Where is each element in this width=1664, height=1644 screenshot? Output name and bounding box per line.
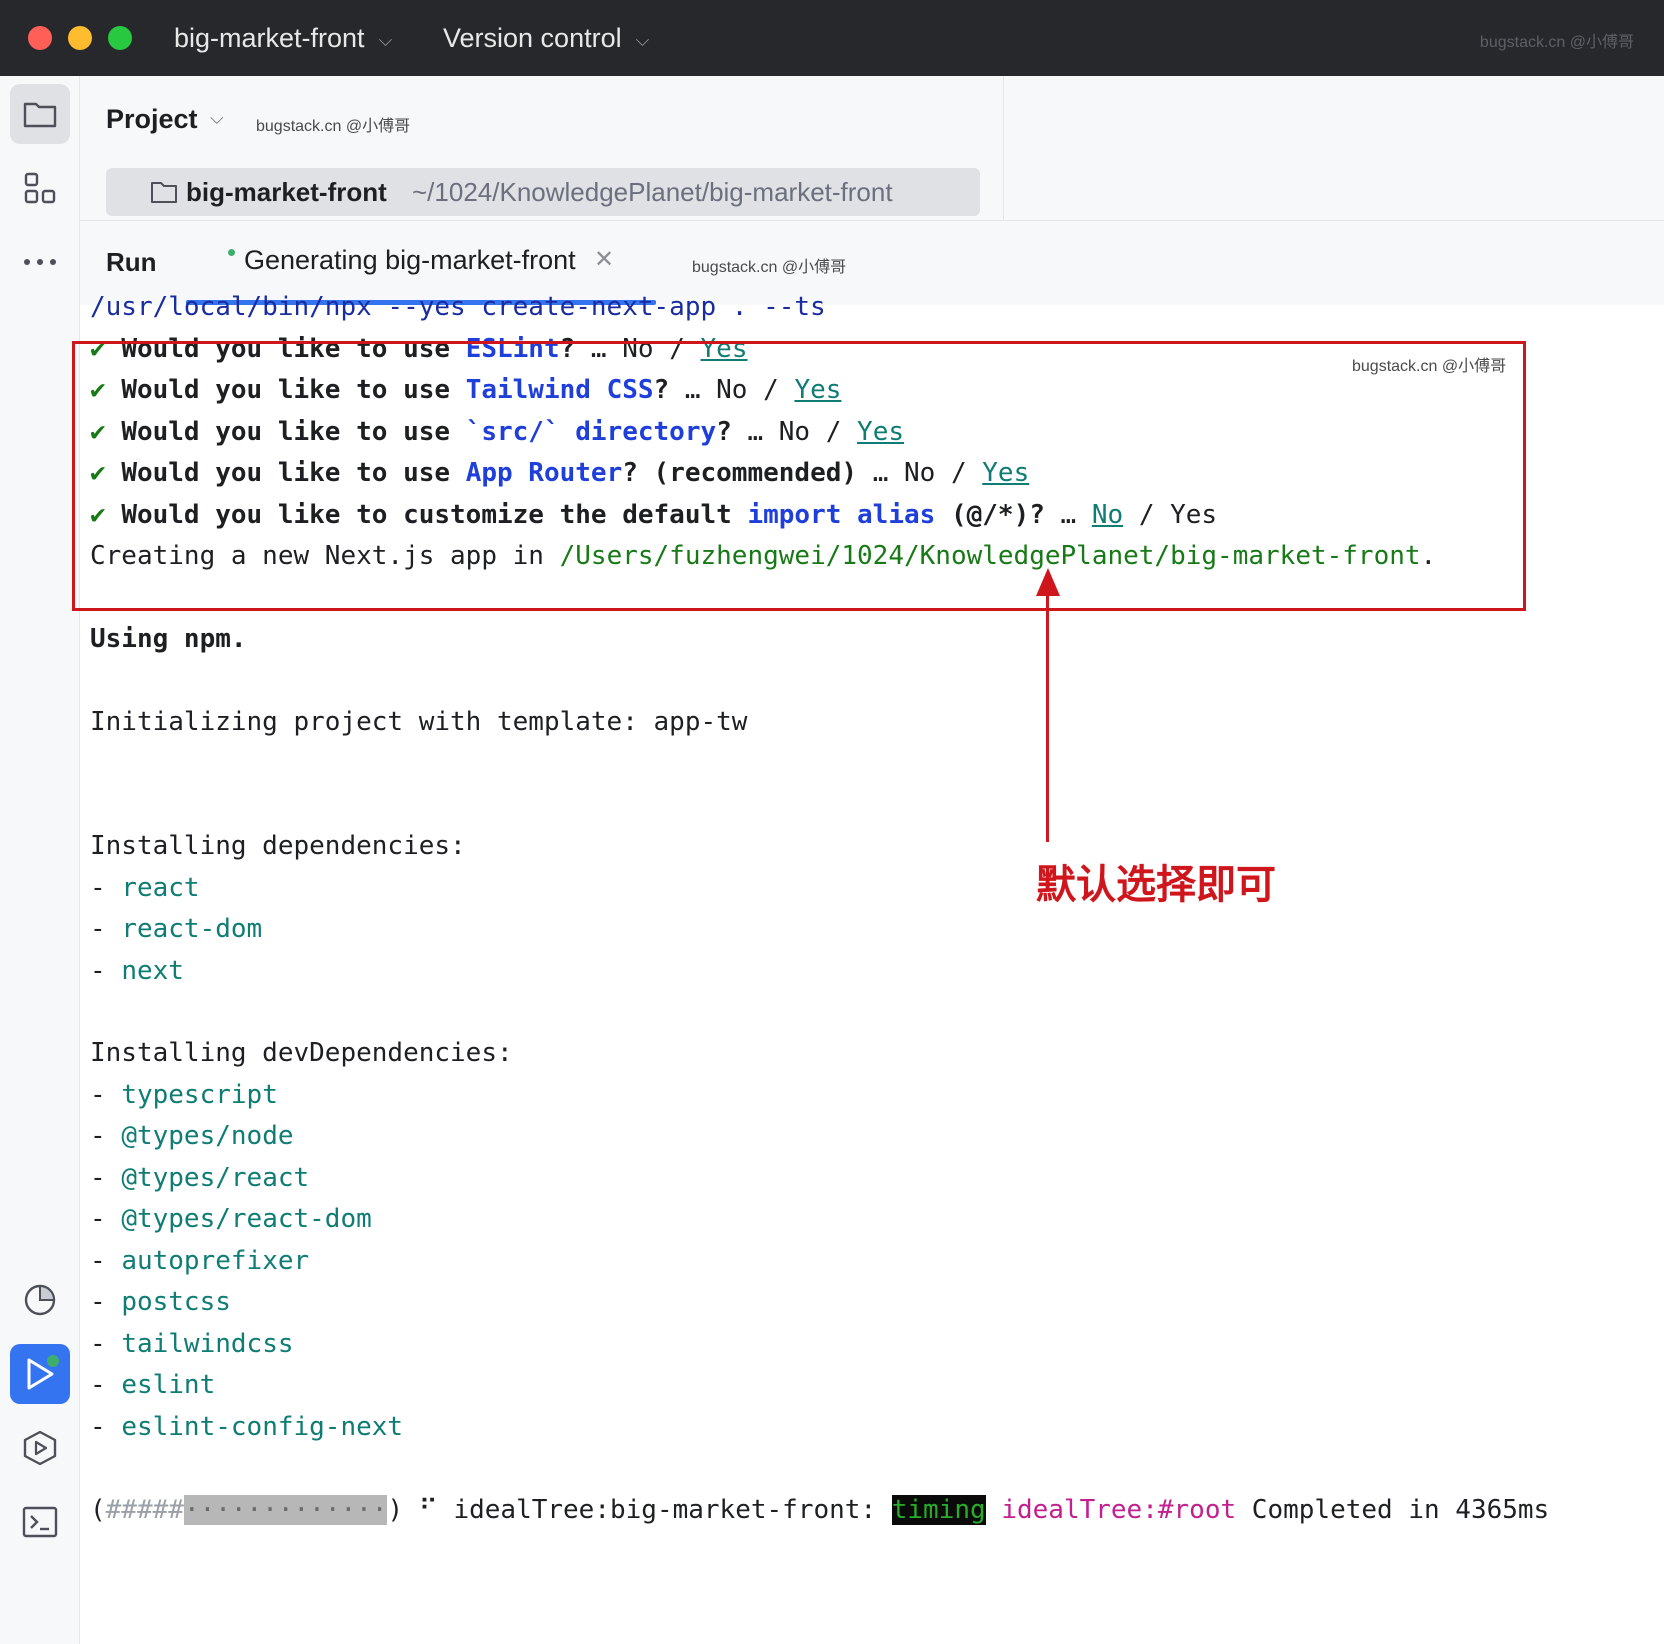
annotation-arrow [1046,590,1049,842]
console-devdep-item: - eslint [90,1370,216,1400]
console-deps-header: Installing dependencies: [90,831,466,861]
console-devdep-item: - @types/react-dom [90,1204,372,1234]
console-devdep-item: - postcss [90,1287,231,1317]
project-panel-title[interactable]: Project [106,104,198,135]
console-init-line: Initializing project with template: app-… [90,707,748,737]
run-panel-title: Run [106,247,157,277]
title-bar: big-market-front ⌵ Version control ⌵ bugst… [0,0,1664,76]
project-root-name: big-market-front [186,177,387,207]
watermark: bugstack.cn @小傅哥 [1479,34,1634,51]
run-tool-button[interactable] [10,1344,70,1404]
more-icon [24,259,56,265]
annotation-text: 默认选择即可 [1036,863,1276,907]
running-indicator-icon [228,249,235,256]
console-devdep-item: - tailwindcss [90,1329,294,1359]
services-icon [23,1430,57,1466]
console-devdeps-header: Installing devDependencies: [90,1038,513,1068]
run-icon [27,1355,59,1390]
terminal-tool-button[interactable] [10,1492,70,1552]
project-switcher[interactable]: big-market-front ⌵ [174,20,392,58]
folder-icon [151,182,177,203]
console-devdep-item: - typescript [90,1080,278,1110]
chevron-down-icon: ⌵ [635,29,650,50]
console-dep-item: - next [90,956,184,986]
minimize-window-button[interactable] [68,26,92,50]
annotation-arrow-head [1036,568,1060,596]
project-root-path: ~/1024/KnowledgePlanet/big-market-front [412,177,893,207]
project-tool-button[interactable] [10,84,70,144]
structure-icon [24,172,56,204]
project-panel: Project ⌵ bugstack.cn @小傅哥 big-market-fr… [80,76,1004,220]
profiler-icon [24,1284,56,1316]
editor-area [1004,76,1664,220]
version-control-menu[interactable]: Version control ⌵ [443,20,649,58]
run-tab-label: Generating big-market-front [244,245,576,275]
chevron-down-icon: ⌵ [378,29,393,50]
chevron-down-icon[interactable]: ⌵ [210,108,224,129]
folder-icon [23,102,57,128]
console-command: /usr/local/bin/npx --yes create-next-app… [90,292,826,322]
console-dep-item: - react-dom [90,914,263,944]
watermark: bugstack.cn @小傅哥 [1352,358,1507,375]
tool-window-bar [0,76,80,1644]
console-devdep-item: - @types/react [90,1163,310,1193]
console-dep-item: - react [90,873,200,903]
console-devdep-item: - @types/node [90,1121,294,1151]
profiler-tool-button[interactable] [10,1270,70,1330]
services-tool-button[interactable] [10,1418,70,1478]
structure-tool-button[interactable] [10,158,70,218]
console-progress-line: (#####·············) ⠋ idealTree:big-mar… [90,1495,1550,1525]
zoom-window-button[interactable] [108,26,132,50]
close-window-button[interactable] [28,26,52,50]
console-using-npm: Using npm. [90,624,247,654]
project-root-row[interactable]: big-market-front ~/1024/KnowledgePlanet/… [106,168,980,216]
project-switcher-label: big-market-front [174,23,365,53]
watermark: bugstack.cn @小傅哥 [692,259,847,276]
watermark: bugstack.cn @小傅哥 [256,118,411,135]
annotation-highlight-box [72,341,1526,611]
terminal-icon [22,1506,58,1538]
version-control-label: Version control [443,23,622,53]
more-tools-button[interactable] [10,232,70,292]
close-icon[interactable]: ✕ [594,245,614,274]
console-devdep-item: - autoprefixer [90,1246,310,1276]
console-devdep-item: - eslint-config-next [90,1412,404,1442]
